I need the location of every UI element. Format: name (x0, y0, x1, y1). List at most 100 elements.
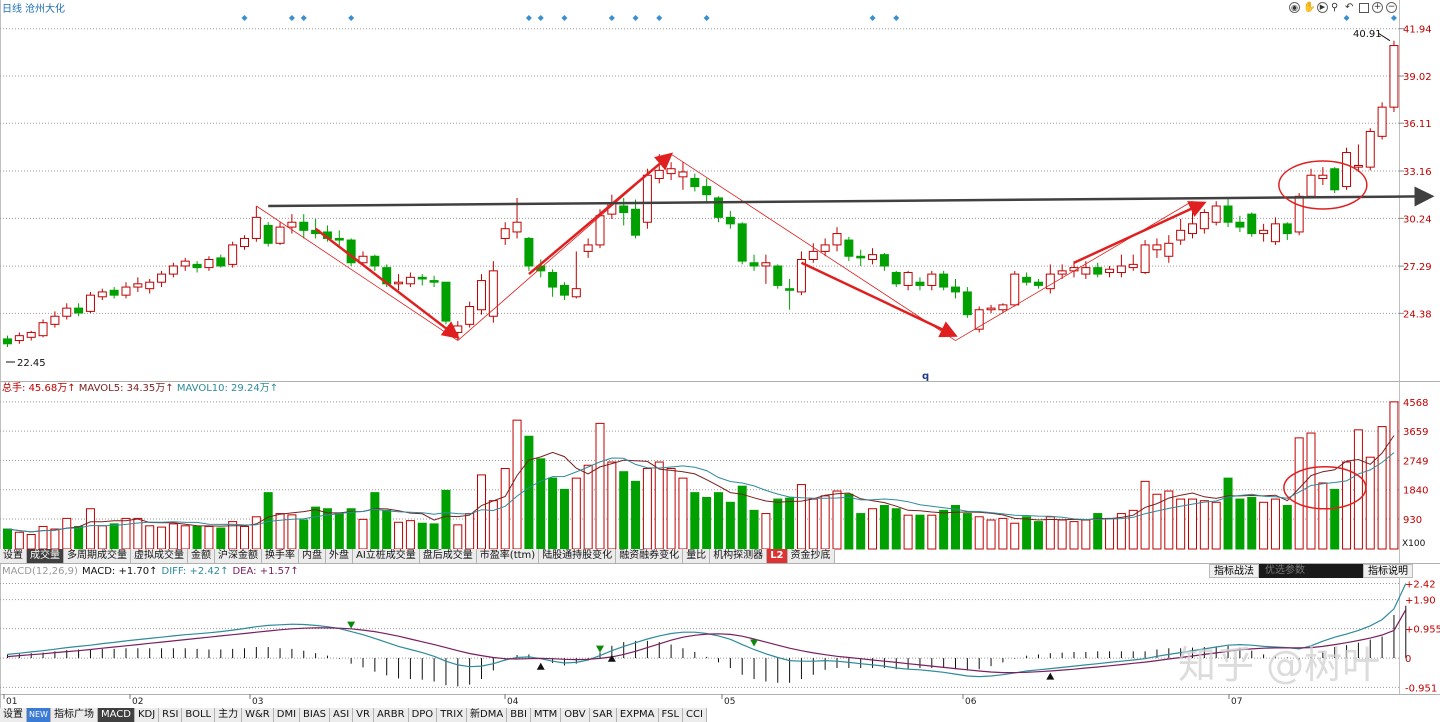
tab-13[interactable]: 融资融券变化 (616, 549, 684, 563)
tab-12[interactable]: VR (353, 708, 374, 722)
tab-16[interactable]: L2 (767, 549, 788, 563)
volume-bar (429, 523, 439, 550)
volume-bar (856, 513, 866, 550)
tab-11[interactable]: ASI (330, 708, 354, 722)
candle (725, 216, 735, 225)
tab-3[interactable]: 虚拟成交量 (131, 549, 188, 563)
candle (1223, 205, 1233, 223)
tab-9[interactable]: AI立桩成交量 (353, 549, 420, 563)
square-icon[interactable] (1359, 3, 1369, 13)
volume-bar (168, 523, 178, 550)
tab-15[interactable]: 机构探测器 (710, 549, 768, 563)
tab-12[interactable]: 陆股通持股变化 (539, 549, 617, 563)
zoom-icon[interactable]: ⚲ (1331, 2, 1342, 13)
tab-18[interactable]: MTM (531, 708, 562, 722)
candle (1010, 273, 1020, 306)
mavol10-prefix: MAVOL10: (177, 383, 231, 394)
candle (38, 322, 48, 337)
volume-bar (666, 467, 676, 550)
candle (168, 265, 178, 275)
volume-bar (417, 522, 427, 550)
tab-6[interactable]: BOLL (182, 708, 216, 722)
candle (773, 265, 783, 286)
candle (3, 338, 12, 345)
volume-bar (571, 477, 581, 550)
volume-axis-label: 3659 (1403, 427, 1428, 438)
period-label[interactable]: 日线 (2, 2, 22, 15)
stock-name: 沧州大化 (25, 2, 65, 15)
candle (1093, 267, 1103, 275)
tab-10[interactable]: BIAS (300, 708, 331, 722)
play-icon[interactable]: ▶ (1317, 2, 1328, 13)
volume-bar (204, 525, 214, 550)
tab-11[interactable]: 市盈率(ttm) (477, 549, 540, 563)
param-search-input[interactable]: 优选参数 (1259, 564, 1363, 578)
volume-bar (251, 516, 261, 550)
tab-2[interactable]: 指标广场 (51, 708, 98, 722)
undo-icon[interactable]: ↶ (1345, 2, 1356, 13)
tab-22[interactable]: FSL (659, 708, 684, 722)
indicator-explain-button[interactable]: 指标说明 (1363, 564, 1413, 578)
tab-21[interactable]: EXPMA (617, 708, 659, 722)
tab-13[interactable]: ARBR (374, 708, 409, 722)
macd-value: MACD: +1.70 (82, 566, 149, 577)
tab-6[interactable]: 换手率 (262, 549, 299, 563)
volume-bar (879, 505, 889, 550)
volume-bar (559, 488, 569, 550)
tab-8[interactable]: W&R (242, 708, 274, 722)
tab-10[interactable]: 盘后成交量 (420, 549, 477, 563)
tab-19[interactable]: OBV (561, 708, 590, 722)
volume-bar (749, 509, 759, 550)
month-label: 04 (507, 697, 519, 707)
tab-0[interactable]: 设置 (0, 708, 27, 722)
eye-icon[interactable]: ◉ (1289, 2, 1300, 13)
tab-14[interactable]: 量比 (683, 549, 711, 563)
volume-bar (607, 461, 617, 550)
price-axis-label: 41.94 (1403, 25, 1432, 36)
chart-canvas[interactable]: 24.38 27.29 30.24 33.16 36.11 39.02 41.94 4568 3… (0, 0, 1440, 722)
tab-16[interactable]: 新DMA (467, 708, 508, 722)
tab-15[interactable]: TRIX (437, 708, 468, 722)
tab-4[interactable]: 金额 (188, 549, 215, 563)
candle (453, 325, 463, 333)
hand-icon[interactable]: ✋ (1303, 2, 1315, 13)
candle (1199, 212, 1209, 230)
tab-14[interactable]: DPO (409, 708, 438, 722)
minus-icon[interactable]: − (1386, 2, 1397, 13)
tab-5[interactable]: 沪深金额 (215, 549, 262, 563)
volume-bar (145, 525, 155, 550)
volume-bar (74, 525, 84, 550)
candle (394, 281, 404, 285)
candle (1140, 244, 1150, 273)
volume-bar (465, 513, 475, 550)
tab-17[interactable]: 资金抄底 (788, 549, 835, 563)
tab-9[interactable]: DMI (274, 708, 301, 722)
candle (299, 221, 309, 231)
tab-3[interactable]: MACD (97, 708, 135, 722)
volume-bar (1270, 498, 1280, 550)
tab-23[interactable]: CCI (683, 708, 707, 722)
tab-1[interactable]: 成交量 (27, 549, 64, 563)
tab-1[interactable]: NEW (27, 708, 51, 722)
tab-8[interactable]: 外盘 (326, 549, 353, 563)
tab-20[interactable]: SAR (590, 708, 617, 722)
candle (1176, 229, 1186, 241)
tab-2[interactable]: 多周期成交量 (64, 549, 131, 563)
volume-bar (358, 518, 368, 550)
diff-value: DIFF: +2.42 (162, 566, 221, 577)
price-axis-label: 30.24 (1403, 214, 1432, 225)
tab-7[interactable]: 主力 (215, 708, 243, 722)
volume-bar (1282, 505, 1292, 550)
volume-bar (1306, 432, 1316, 550)
tab-7[interactable]: 内盘 (299, 549, 326, 563)
tab-17[interactable]: BBI (507, 708, 531, 722)
tab-4[interactable]: KDJ (135, 708, 160, 722)
tab-0[interactable]: 设置 (0, 549, 27, 563)
tab-5[interactable]: RSI (159, 708, 183, 722)
volume-bar (1318, 482, 1328, 550)
candle (939, 273, 949, 288)
indicator-strategy-button[interactable]: 指标战法 (1209, 564, 1259, 578)
plus-icon[interactable]: + (1372, 2, 1383, 13)
volume-bar (512, 419, 522, 550)
macd-axis-label: +1.90 (1405, 596, 1436, 607)
